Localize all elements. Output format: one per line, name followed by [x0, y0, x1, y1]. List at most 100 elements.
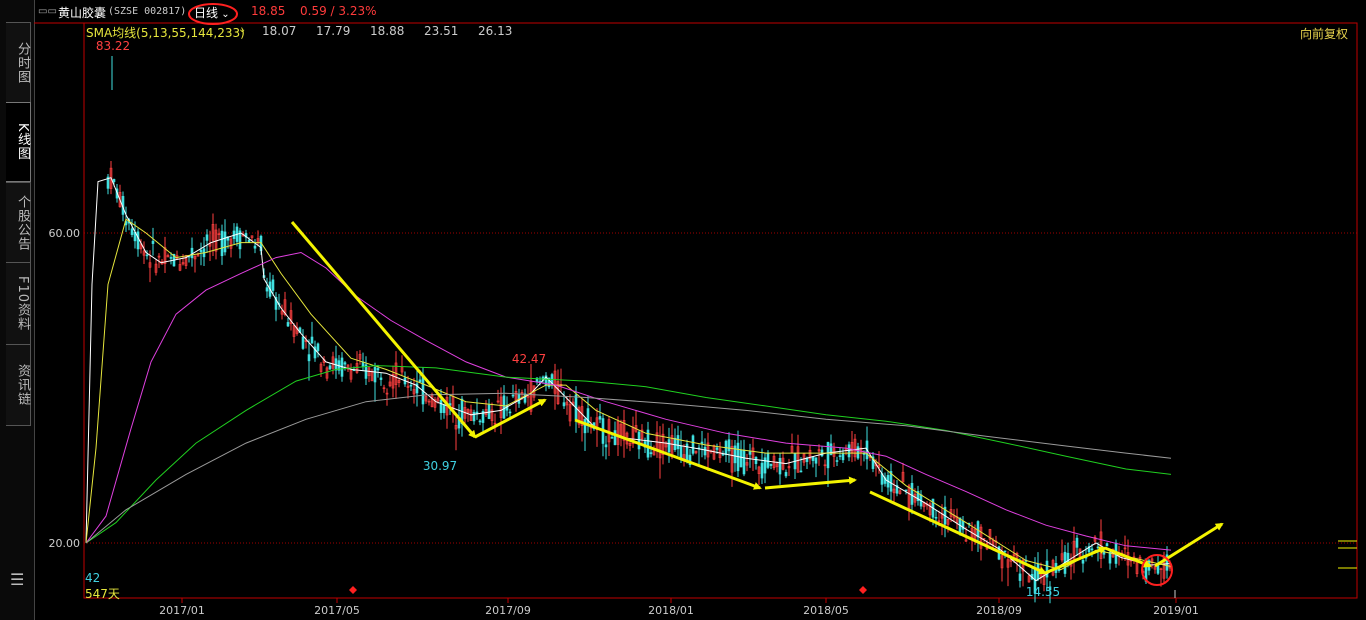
- candle-body: [112, 179, 116, 182]
- signal-diamond: [859, 586, 867, 594]
- candle-body: [439, 399, 443, 413]
- ma-line-sma13: [85, 218, 1172, 571]
- candle-body: [271, 279, 275, 291]
- candle-body: [742, 449, 746, 475]
- candle-body: [766, 452, 770, 468]
- x-tick-label: 2017/09: [485, 604, 531, 617]
- candle-body: [673, 437, 677, 451]
- candle-body: [472, 412, 476, 422]
- candle-body: [904, 489, 908, 492]
- trend-arrow: [869, 490, 1047, 575]
- candle-body: [343, 362, 347, 365]
- x-tick-label: 2017/05: [314, 604, 360, 617]
- candle-body: [286, 322, 290, 327]
- candle-body: [1075, 537, 1079, 548]
- candle-body: [223, 231, 227, 253]
- candle-body: [478, 420, 482, 423]
- candle-body: [130, 228, 134, 235]
- signal-diamond: [349, 586, 357, 594]
- candle-body: [220, 230, 224, 257]
- candle-body: [442, 404, 446, 413]
- x-tick-label: 2018/09: [976, 604, 1022, 617]
- candle-body: [418, 379, 422, 383]
- kline-chart[interactable]: 60.00 20.00 2017/01 2017/05 2017/09 2018/01 20…: [0, 0, 1366, 620]
- candle-body: [376, 368, 380, 371]
- candle-body: [145, 254, 149, 257]
- candle-body: [769, 463, 773, 466]
- candle-body: [316, 343, 320, 351]
- annotation-high: 42.47: [512, 352, 546, 366]
- candle-body: [136, 231, 140, 250]
- annotation-low: 30.97: [423, 459, 457, 473]
- candle-body: [169, 257, 173, 259]
- candle-body: [523, 393, 527, 403]
- candle-body: [826, 441, 830, 469]
- candle-body: [604, 444, 608, 448]
- x-tick-label: 2018/01: [648, 604, 694, 617]
- candle-body: [301, 336, 305, 349]
- x-tick-label: 2017/01: [159, 604, 205, 617]
- volume-value: 42: [85, 571, 101, 585]
- candle-body: [610, 437, 614, 439]
- candle-body: [862, 453, 866, 455]
- annotation-low: 14.55: [1026, 585, 1060, 599]
- candle-body: [1081, 559, 1085, 564]
- candle-body: [613, 430, 617, 446]
- candle-body: [1105, 543, 1109, 547]
- candle-body: [373, 367, 377, 383]
- candle-body: [1156, 565, 1160, 574]
- candle-body: [676, 435, 680, 450]
- ma-line-sma233: [85, 392, 1172, 544]
- candle-body: [754, 456, 758, 464]
- ma-line-sma144: [85, 365, 1172, 544]
- candle-body: [586, 408, 590, 425]
- ma-line-sma55: [85, 251, 1172, 551]
- candle-body: [748, 451, 752, 455]
- candle-body: [784, 472, 788, 477]
- candle-body: [253, 245, 257, 249]
- chart-frame: [83, 22, 1358, 599]
- y-tick-label: 60.00: [49, 227, 81, 240]
- candle-body: [1090, 548, 1094, 551]
- candle-body: [475, 411, 479, 414]
- candle-body: [151, 240, 155, 244]
- candle-body: [841, 453, 845, 461]
- candle-body: [511, 394, 515, 397]
- candle-body: [637, 431, 641, 450]
- candle-body: [583, 419, 587, 434]
- annotation-high: 83.22: [96, 39, 130, 53]
- candle-body: [1108, 551, 1112, 564]
- candle-body: [799, 470, 803, 473]
- candle-body: [328, 365, 332, 370]
- candle-body: [760, 462, 764, 479]
- candle-body: [562, 402, 566, 407]
- days-label: 547天: [85, 587, 120, 601]
- candle-body: [310, 336, 314, 344]
- candle-body: [811, 456, 815, 461]
- candle-body: [421, 374, 425, 405]
- trend-arrow: [290, 221, 477, 439]
- candle-body: [1018, 573, 1022, 581]
- ma-line-sma5: [85, 177, 1172, 582]
- trend-arrow: [1154, 522, 1224, 568]
- candle-body: [739, 449, 743, 468]
- candle-body: [379, 377, 383, 380]
- candle-body: [649, 452, 653, 455]
- candle-body: [703, 446, 707, 456]
- candle-body: [1003, 550, 1007, 553]
- candle-body: [778, 457, 782, 475]
- candle-body: [715, 447, 719, 450]
- candle-body: [508, 411, 512, 414]
- candle-body: [814, 457, 818, 464]
- candle-body: [679, 445, 683, 459]
- candle-body: [1096, 546, 1100, 549]
- candle-body: [265, 287, 269, 292]
- candle-body: [700, 441, 704, 444]
- candle-body: [838, 455, 842, 457]
- x-tick-label: 2019/01: [1153, 604, 1199, 617]
- candle-body: [934, 516, 938, 519]
- candle-body: [691, 435, 695, 454]
- trend-arrow: [764, 476, 857, 490]
- candle-body: [502, 395, 506, 419]
- candle-body: [409, 384, 413, 387]
